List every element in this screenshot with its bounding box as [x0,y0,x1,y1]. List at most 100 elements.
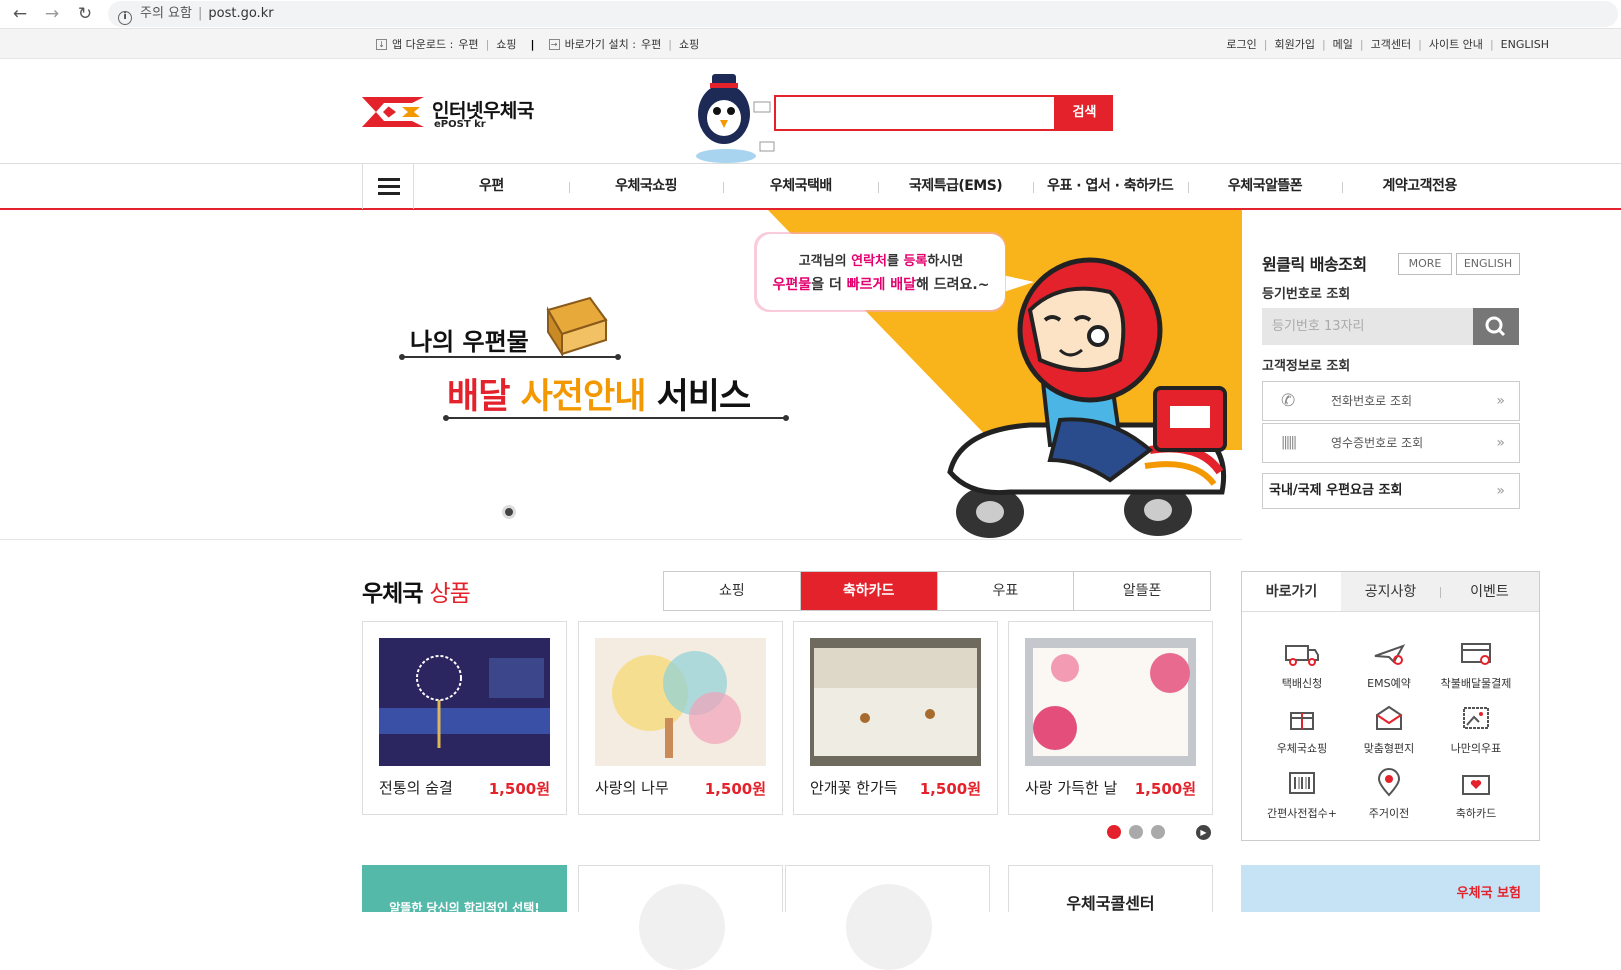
nav-item-post[interactable]: 우편 [414,164,569,209]
main-navigation: 우편 우체국쇼핑 우체국택배 국제특급(EMS) 우표 · 엽서 · 축하카드 … [0,163,1621,210]
info-icon[interactable]: i [118,11,132,25]
product-name: 안개꽃 한가득 [810,779,898,797]
nav-item-ems[interactable]: 국제특급(EMS) [878,164,1033,209]
app-download-label: 앱 다운로드 : [392,38,454,51]
postage-lookup-row[interactable]: 국내/국제 우편요금 조회 » [1262,473,1520,509]
search-input[interactable] [774,95,1056,131]
tab-shopping[interactable]: 쇼핑 [664,572,800,610]
reg-number-label: 등기번호로 조회 [1262,287,1351,302]
back-icon[interactable]: ← [9,3,31,25]
site-logo[interactable]: 인터넷우체국 ePOST kr [362,94,547,130]
greeting-card-icon [1462,775,1490,795]
url-text[interactable]: post.go.kr [208,6,273,21]
truck-icon [1285,645,1319,666]
call-center-box[interactable]: 우체국콜센터 [1008,865,1213,913]
signup-link[interactable]: 회원가입 [1274,36,1314,52]
tab-shortcuts[interactable]: 바로가기 [1242,572,1341,611]
nav-item-stamps[interactable]: 우표 · 엽서 · 축하카드 [1032,164,1188,209]
product-name: 사랑 가득한 날 [1025,779,1118,797]
forward-icon[interactable]: → [41,3,63,25]
product-card[interactable]: 안개꽃 한가득 1,500원 [793,621,998,815]
gift-icon [1290,712,1314,730]
menu-icon[interactable] [362,164,414,209]
location-icon [1377,768,1401,797]
tab-events[interactable]: 이벤트 [1440,572,1539,611]
address-bar[interactable]: i 주의 요함 | post.go.kr [108,1,1618,27]
chevron-right-icon: » [1496,435,1505,451]
quick-item-cod[interactable]: 착불배달물결제 [1428,638,1524,696]
reg-number-input[interactable]: 등기번호 13자리 [1262,308,1473,345]
search-button[interactable]: 검색 [1056,95,1113,131]
receipt-lookup-row[interactable]: |||||| 영수증번호로 조회 » [1262,423,1520,463]
login-link[interactable]: 로그인 [1226,36,1256,52]
tab-mobile[interactable]: 알뜰폰 [1073,572,1210,610]
barcode-icon [1289,772,1315,794]
epost-logo-icon [362,97,424,127]
product-image [595,638,766,766]
quick-item-shopping[interactable]: 우체국쇼핑 [1254,703,1350,761]
tracking-search-button[interactable] [1473,308,1519,345]
card-icon [1461,643,1491,665]
carousel-dot[interactable] [1151,825,1165,839]
product-name: 전통의 숨결 [379,779,453,797]
security-label[interactable]: 주의 요함 [140,6,192,21]
nav-item-contract[interactable]: 계약고객전용 [1342,164,1497,209]
quick-item-card[interactable]: 축하카드 [1428,768,1524,826]
english-link[interactable]: ENGLISH [1501,38,1549,51]
product-price: 1,500원 [704,780,766,798]
product-image [379,638,550,766]
english-button[interactable]: ENGLISH [1456,253,1520,275]
banner-title-2: 배달 사전안내 서비스 [447,377,751,417]
quick-item-ems[interactable]: EMS예약 [1341,638,1437,696]
quick-item-move[interactable]: 주거이전 [1341,768,1437,826]
more-button[interactable]: MORE [1398,253,1452,275]
nav-item-shopping[interactable]: 우체국쇼핑 [568,164,724,209]
banner-pager-dot[interactable] [502,505,516,519]
quick-item-parcel[interactable]: 택배신청 [1254,638,1350,696]
quick-item-prereg[interactable]: 간편사전접수+ [1254,768,1350,826]
tracking-title: 원클릭 배송조회 [1262,255,1367,274]
letter-icon [1376,705,1402,730]
product-tabs: 쇼핑 축하카드 우표 알뜰폰 [663,571,1211,611]
plane-icon [1374,644,1406,665]
mascot-image [696,74,775,163]
nav-item-mobile[interactable]: 우체국알뜰폰 [1187,164,1343,209]
mail-link[interactable]: 메일 [1333,36,1353,52]
bottom-card[interactable] [578,865,783,970]
promo-banner[interactable]: 알뜰한 당신의 합리적인 선택! [362,865,567,915]
shortcut-label: 바로가기 설치 : [564,38,636,51]
product-price: 1,500원 [1134,780,1196,798]
sitemap-link[interactable]: 사이트 안내 [1429,36,1483,52]
app-link-shop[interactable]: 쇼핑 [496,36,516,52]
product-image [1025,638,1196,766]
stamp-icon [1463,707,1489,729]
banner-title-1: 나의 우편물 [410,328,529,356]
carousel-next-icon[interactable]: ▶ [1196,825,1211,840]
tab-greeting-cards[interactable]: 축하카드 [799,572,937,610]
product-name: 사랑의 나무 [595,779,669,797]
shortcut-link-shop[interactable]: 쇼핑 [679,36,699,52]
carousel-dot[interactable] [1129,825,1143,839]
bottom-card[interactable] [785,865,990,970]
app-link-post[interactable]: 우편 [458,36,478,52]
tab-notices[interactable]: 공지사항 [1341,572,1440,611]
insurance-banner[interactable]: 우체국 보험 [1241,865,1540,912]
product-card[interactable]: 전통의 숨결 1,500원 [362,621,567,815]
phone-lookup-row[interactable]: ✆ 전화번호로 조회 » [1262,381,1520,421]
product-card[interactable]: 사랑의 나무 1,500원 [578,621,783,815]
download-icon: ↓ [376,38,387,50]
browser-toolbar: ← → ↻ i 주의 요함 | post.go.kr [0,0,1621,29]
quick-item-letter[interactable]: 맞춤형편지 [1341,703,1437,761]
nav-item-parcel[interactable]: 우체국택배 [723,164,878,209]
utility-bar: ↓ 앱 다운로드 : 우편 | 쇼핑 | → 바로가기 설치 : 우편 | 쇼핑… [0,29,1621,59]
chevron-right-icon: » [1496,393,1505,409]
quick-item-stamp[interactable]: 나만의우표 [1428,703,1524,761]
customer-center-link[interactable]: 고객센터 [1371,36,1411,52]
shortcut-link-post[interactable]: 우편 [641,36,661,52]
product-card[interactable]: 사랑 가득한 날 1,500원 [1008,621,1213,815]
product-price: 1,500원 [919,780,981,798]
logo-sub: ePOST kr [434,119,486,130]
tab-stamps[interactable]: 우표 [936,572,1074,610]
reload-icon[interactable]: ↻ [74,3,96,25]
carousel-dot-active[interactable] [1107,825,1121,839]
